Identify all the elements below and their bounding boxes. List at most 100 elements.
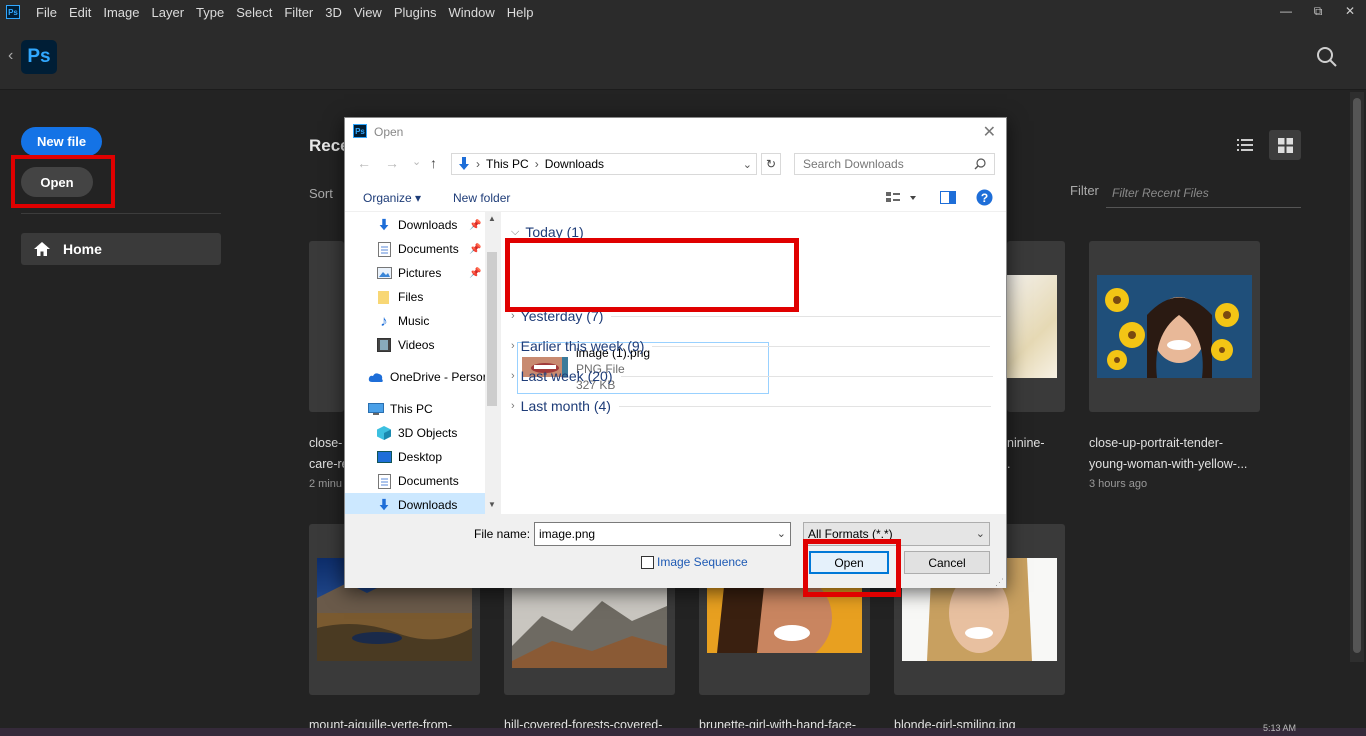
card-title: close- [309, 436, 343, 450]
group-divider [611, 315, 1002, 317]
nav-item-desktop[interactable]: Desktop [345, 445, 485, 469]
main-scrollbar[interactable] [1350, 92, 1364, 662]
refresh-icon: ↻ [765, 157, 777, 171]
view-options-icon[interactable] [886, 191, 916, 205]
new-file-button[interactable]: New file [21, 127, 102, 156]
search-downloads-input[interactable]: Search Downloads [794, 153, 995, 175]
pin-icon: 📌 [469, 219, 482, 231]
sidebar-item-label: Home [63, 241, 102, 257]
resize-grip-icon[interactable]: ⋰ [995, 577, 1004, 588]
close-button[interactable]: ✕ [1334, 0, 1366, 24]
scroll-down-icon[interactable]: ▼ [488, 500, 496, 509]
new-folder-button[interactable]: New folder [453, 191, 510, 205]
nav-item-documents-pc[interactable]: Documents [345, 469, 485, 493]
recent-file-card[interactable] [309, 241, 344, 412]
file-name-label: File name: [474, 527, 531, 541]
taskbar: 5:13 AM [0, 723, 1366, 736]
file-name-input[interactable]: image.png ⌄ [534, 522, 791, 546]
address-separator: › [476, 157, 480, 171]
restore-button[interactable]: ⧉ [1302, 0, 1334, 24]
nav-pane-scrollbar[interactable]: ▲ ▼ [485, 212, 499, 514]
scrollbar-thumb[interactable] [487, 252, 497, 406]
list-view-button[interactable] [1230, 131, 1260, 159]
nav-item-3d-objects[interactable]: 3D Objects [345, 421, 485, 445]
download-arrow-icon [459, 157, 469, 170]
recent-dropdown-icon[interactable]: ⌄ [412, 155, 421, 168]
group-last-week[interactable]: › Last week (20) [511, 368, 993, 384]
menu-edit[interactable]: Edit [63, 5, 97, 20]
minimize-button[interactable]: — [1270, 0, 1302, 24]
dialog-title: Open [374, 125, 404, 139]
scroll-up-icon[interactable]: ▲ [488, 214, 496, 223]
nav-item-files[interactable]: Files [345, 285, 485, 309]
nav-item-downloads[interactable]: Downloads 📌 [345, 213, 485, 237]
nav-item-label: Documents [398, 474, 459, 488]
organize-menu[interactable]: Organize ▾ [363, 191, 421, 205]
breadcrumb-downloads[interactable]: Downloads [545, 157, 604, 171]
filter-input[interactable]: Filter Recent Files [1106, 180, 1301, 208]
home-icon [34, 242, 50, 256]
nav-item-label: Files [398, 290, 424, 304]
nav-item-label: Downloads [398, 498, 458, 512]
back-arrow-icon[interactable]: ← [357, 155, 371, 171]
nav-item-pictures[interactable]: Pictures 📌 [345, 261, 485, 285]
image-sequence-checkbox[interactable] [641, 556, 654, 569]
nav-item-this-pc[interactable]: This PC [345, 397, 485, 421]
menu-window[interactable]: Window [442, 5, 500, 20]
filter-label: Filter [1070, 183, 1099, 198]
nav-item-documents[interactable]: Documents 📌 [345, 237, 485, 261]
address-separator: › [534, 157, 539, 171]
menu-layer[interactable]: Layer [146, 5, 191, 20]
nav-item-label: Music [398, 314, 430, 328]
menu-select[interactable]: Select [230, 5, 278, 20]
card-time: 3 hours ago [1089, 478, 1148, 490]
menu-file[interactable]: File [30, 5, 63, 20]
nav-item-music[interactable]: ♪ Music [345, 309, 485, 333]
sidebar-item-home[interactable]: Home [21, 233, 221, 265]
menu-3d[interactable]: 3D [319, 5, 348, 20]
nav-item-videos[interactable]: Videos [345, 333, 485, 357]
address-dropdown-icon[interactable]: ⌄ [743, 158, 752, 171]
dialog-nav-row: ← → ⌄ ↑ › This PC › Downloads ⌄ ↻ Search… [345, 146, 1006, 182]
cancel-button[interactable]: Cancel [904, 551, 990, 574]
refresh-button[interactable]: ↻ [761, 153, 781, 175]
scrollbar-thumb[interactable] [1353, 98, 1361, 653]
folder-icon [376, 289, 392, 305]
grid-view-button[interactable] [1269, 130, 1301, 160]
search-icon[interactable] [1316, 46, 1338, 68]
recent-file-card[interactable] [1007, 241, 1065, 412]
open-dialog: Ps Open ✕ ← → ⌄ ↑ › This PC › Downloads … [344, 117, 1007, 597]
dialog-close-icon[interactable]: ✕ [983, 122, 996, 142]
sort-label[interactable]: Sort [309, 186, 333, 201]
group-last-month[interactable]: › Last month (4) [511, 398, 991, 414]
breadcrumb-this-pc[interactable]: This PC [486, 157, 529, 171]
nav-item-label: 3D Objects [398, 426, 458, 440]
image-sequence-label[interactable]: Image Sequence [657, 555, 748, 569]
preview-pane-icon[interactable] [940, 191, 956, 204]
video-icon [376, 337, 392, 353]
open-button-highlight [803, 539, 901, 597]
help-icon[interactable]: ? [976, 189, 993, 206]
menu-image[interactable]: Image [97, 5, 145, 20]
menu-help[interactable]: Help [501, 5, 540, 20]
nav-item-onedrive[interactable]: OneDrive - Persor [345, 365, 485, 389]
menu-type[interactable]: Type [190, 5, 230, 20]
back-chevron-icon[interactable]: ‹ [8, 47, 13, 65]
forward-arrow-icon[interactable]: → [385, 155, 399, 171]
card-title: young-woman-with-yellow-... [1089, 457, 1248, 471]
up-arrow-icon[interactable]: ↑ [430, 155, 437, 171]
card-title: close-up-portrait-tender- [1089, 436, 1224, 450]
chevron-down-icon[interactable]: ⌄ [777, 527, 786, 541]
menu-filter[interactable]: Filter [278, 5, 319, 20]
nav-item-label: OneDrive - Persor [390, 370, 485, 384]
menu-view[interactable]: View [348, 5, 388, 20]
menu-bar: Ps File Edit Image Layer Type Select Fil… [0, 0, 1366, 24]
menu-plugins[interactable]: Plugins [388, 5, 443, 20]
nav-item-label: Desktop [398, 450, 443, 464]
group-label: Last month (4) [520, 398, 611, 414]
address-bar[interactable]: › This PC › Downloads ⌄ [451, 153, 757, 175]
recent-file-card[interactable] [1089, 241, 1260, 412]
nav-item-label: Documents [398, 242, 459, 256]
chevron-down-icon: ⌵ [511, 225, 520, 238]
group-earlier-this-week[interactable]: › Earlier this week (9) [511, 338, 991, 354]
